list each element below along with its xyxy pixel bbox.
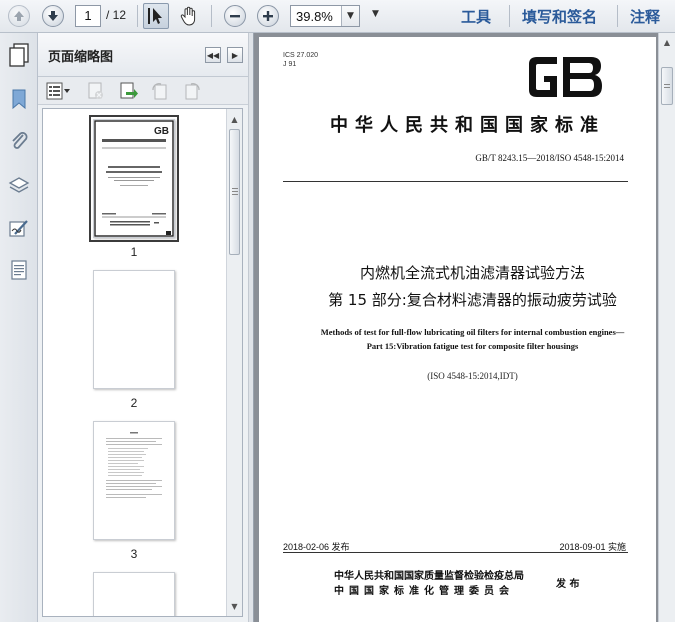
- standard-title: 中华人民共和国国家标准: [330, 115, 605, 136]
- issuer-line-1: 中华人民共和国国家质量监督检验检疫总局: [334, 571, 524, 582]
- scroll-up-icon[interactable]: ▲: [659, 35, 675, 49]
- ccs-number: J 91: [283, 61, 297, 68]
- insert-page-button[interactable]: [118, 81, 138, 101]
- select-tool-button[interactable]: [143, 3, 169, 29]
- list-options-icon: [46, 82, 70, 100]
- chinese-title-line-1: 内燃机全流式机油滤清器试验方法: [359, 264, 585, 282]
- ics-code: ICS 27.020 J 91: [283, 51, 318, 69]
- collapse-panel-button[interactable]: ◀◀: [205, 47, 221, 63]
- chevron-right-icon: ▶: [231, 50, 239, 60]
- layers-icon[interactable]: [7, 173, 31, 197]
- chevron-down-icon[interactable]: ▼: [341, 6, 359, 26]
- page-thumbnail-4[interactable]: [93, 572, 175, 616]
- hand-icon: [180, 6, 196, 26]
- arrow-down-icon: [42, 5, 64, 27]
- page-thumbnail-2[interactable]: [93, 270, 175, 389]
- footer-rule: [283, 552, 628, 553]
- chinese-title-line-2: 第 15 部分:复合材料滤清器的振动疲劳试验: [328, 291, 617, 309]
- standard-code: GB/T 8243.15—2018/ISO 4548-15:2014: [475, 153, 624, 163]
- page-number-input[interactable]: 1: [75, 5, 101, 27]
- plus-icon: [257, 5, 279, 27]
- svg-text:GB: GB: [154, 126, 169, 137]
- thumbnail-toolbar: [38, 77, 248, 105]
- bookmark-icon[interactable]: [7, 87, 31, 111]
- gb-logo: [529, 57, 602, 97]
- zoom-value: 39.8%: [296, 9, 333, 24]
- iso-reference: (ISO 4548-15:2014,IDT): [427, 371, 518, 381]
- toolbar-divider: [137, 5, 138, 27]
- scroll-down-icon[interactable]: ▼: [227, 598, 242, 614]
- page-content-icon[interactable]: [7, 258, 31, 282]
- expand-panel-button[interactable]: ▶: [227, 47, 243, 63]
- thumbnail-label-3: 3: [130, 547, 138, 561]
- signature-icon[interactable]: [7, 216, 31, 240]
- toolbar-divider: [509, 5, 510, 27]
- english-title-line-1: Methods of test for full-flow lubricatin…: [320, 327, 625, 337]
- panel-title: 页面缩略图: [48, 50, 114, 65]
- arrow-up-icon: [8, 5, 30, 27]
- attachment-icon[interactable]: [7, 129, 31, 153]
- header-rule: [283, 181, 628, 182]
- thumbnail-list[interactable]: GB 1 2 3 ▲ ▼: [42, 108, 243, 617]
- previous-page-button[interactable]: [6, 3, 32, 29]
- ics-number: ICS 27.020: [283, 52, 319, 59]
- pdf-page: ICS 27.020 J 91 中华人民共和国国家标准 GB/T 8243.15…: [259, 37, 656, 622]
- scrollbar-thumb[interactable]: [661, 67, 673, 105]
- page-thumbnail-3[interactable]: [93, 421, 175, 540]
- document-scrollbar[interactable]: ▲: [658, 33, 675, 622]
- thumbnail-panel: 页面缩略图 ◀◀ ▶ GB 1 2 3 ▲ ▼: [38, 33, 248, 622]
- issue-label: 发 布: [556, 579, 580, 590]
- zoom-in-button[interactable]: [255, 3, 281, 29]
- scroll-up-icon[interactable]: ▲: [227, 111, 242, 127]
- thumbnail-label-2: 2: [130, 396, 138, 410]
- toolbar-divider: [211, 5, 212, 27]
- thumbnail-preview: GB: [94, 120, 174, 237]
- hand-tool-button[interactable]: [176, 3, 202, 29]
- minus-icon: [224, 5, 246, 27]
- english-title-line-2: Part 15:Vibration fatigue test for compo…: [366, 341, 579, 351]
- tools-link[interactable]: 工具: [461, 6, 491, 27]
- toolbar-menu-arrow-icon[interactable]: ▼: [372, 9, 379, 19]
- page-thumbnail-1[interactable]: GB: [89, 115, 179, 242]
- rotate-page-left-button[interactable]: [150, 81, 170, 101]
- delete-page-button[interactable]: [86, 81, 106, 101]
- issuer-line-2: 中国国家标准化管理委员会: [334, 586, 514, 597]
- thumbnail-scrollbar[interactable]: ▲ ▼: [226, 109, 242, 616]
- comment-link[interactable]: 注释: [630, 6, 660, 27]
- rotate-right-icon: [185, 83, 200, 100]
- cursor-icon: [148, 8, 162, 24]
- main-toolbar: 1 / 12 39.8% ▼ ▼ 工具 填写和签名 注释: [0, 0, 675, 33]
- page-total: / 12: [106, 8, 127, 22]
- panel-header: 页面缩略图 ◀◀ ▶: [38, 33, 248, 77]
- delete-page-icon: [88, 82, 103, 99]
- thumbnail-preview: [106, 432, 162, 498]
- double-chevron-left-icon: ◀◀: [206, 50, 220, 60]
- rotate-page-right-button[interactable]: [182, 81, 202, 101]
- rotate-left-icon: [152, 83, 167, 100]
- zoom-out-button[interactable]: [222, 3, 248, 29]
- options-menu-button[interactable]: [46, 81, 72, 101]
- page-thumbnails-icon[interactable]: [7, 42, 31, 67]
- thumbnail-label-1: 1: [130, 245, 138, 259]
- scrollbar-thumb[interactable]: [229, 129, 240, 255]
- fill-sign-link[interactable]: 填写和签名: [522, 6, 597, 27]
- document-view[interactable]: ICS 27.020 J 91 中华人民共和国国家标准 GB/T 8243.15…: [254, 33, 675, 622]
- zoom-select[interactable]: 39.8% ▼: [290, 5, 360, 27]
- toolbar-divider: [617, 5, 618, 27]
- navigation-pane: [0, 33, 38, 622]
- next-page-button[interactable]: [40, 3, 66, 29]
- insert-page-icon: [120, 82, 138, 99]
